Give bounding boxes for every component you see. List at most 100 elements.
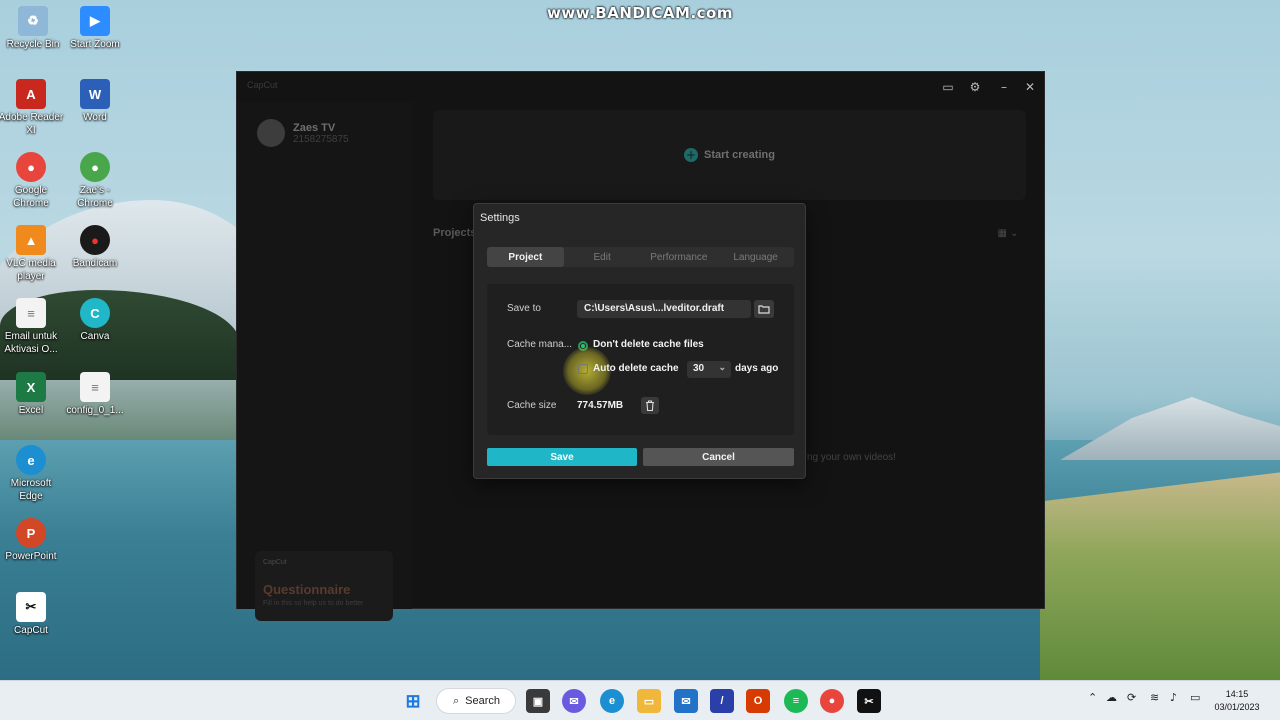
settings-dialog: Settings Project Edit Performance Langua… — [473, 203, 806, 479]
cache-days-select[interactable]: 30 ⌄ — [687, 361, 731, 378]
clear-cache-button[interactable] — [641, 397, 659, 414]
zoom-icon: ▶ — [80, 6, 110, 36]
chrome-icon: ● — [16, 152, 46, 182]
desktop-icon-canva[interactable]: C Canva — [62, 298, 128, 344]
tab-project[interactable]: Project — [487, 247, 564, 267]
clock-date: 03/01/2023 — [1214, 702, 1260, 712]
empty-projects-hint: ng your own videos! — [807, 452, 896, 463]
tab-edit[interactable]: Edit — [564, 247, 641, 267]
taskbar: ⊞ ⌕ Search ▣ ✉ e ▭ ✉ / O ≡ ● ✂ ⌃ ☁ ⟳ ≋ ♪… — [0, 680, 1280, 720]
save-button[interactable]: Save — [487, 448, 637, 466]
task-view-icon[interactable]: ▣ — [526, 689, 550, 713]
adobe-reader-icon: A — [16, 79, 46, 109]
search-icon: ⌕ — [453, 694, 460, 707]
browse-folder-button[interactable] — [754, 300, 774, 318]
wifi-icon[interactable]: ≋ — [1150, 691, 1159, 704]
volume-icon[interactable]: ♪ — [1170, 691, 1177, 704]
taskbar-clock[interactable]: 14:15 03/01/2023 — [1212, 688, 1262, 714]
spotify-icon[interactable]: ≡ — [784, 689, 808, 713]
vlc-icon: ▲ — [16, 225, 46, 255]
bandicam-watermark: www.BANDICAM.com — [546, 4, 733, 22]
desktop-icon-label: config_0_1... — [66, 405, 124, 416]
desktop-icon-vlc[interactable]: ▲ VLC media player — [0, 225, 64, 283]
office-icon[interactable]: O — [746, 689, 770, 713]
desktop-icon-config[interactable]: ≡ config_0_1... — [62, 372, 128, 418]
chat-icon[interactable]: ✉ — [562, 689, 586, 713]
desktop-icon-bandicam[interactable]: ● Bandicam — [62, 225, 128, 271]
sync-icon[interactable]: ⟳ — [1127, 691, 1136, 704]
desktop-icon-label: Google Chrome — [13, 185, 49, 209]
auto-delete-cache-label[interactable]: Auto delete cache — [593, 363, 679, 374]
taskbar-search[interactable]: ⌕ Search — [436, 688, 516, 714]
desktop-icon-start-zoom[interactable]: ▶ Start Zoom — [62, 6, 128, 52]
desktop-icon-label: Zae's - Chrome — [77, 185, 113, 209]
cancel-button[interactable]: Cancel — [643, 448, 794, 466]
cache-size-value: 774.57MB — [577, 400, 624, 411]
questionnaire-subtitle: Fill in this so help us to do better — [263, 600, 364, 607]
cloud-icon[interactable]: ☁ — [1106, 691, 1117, 704]
edge-icon: e — [16, 445, 46, 475]
desktop-icon-label: Word — [83, 112, 107, 123]
cache-size-label: Cache size — [507, 400, 557, 411]
canva-icon: C — [80, 298, 110, 328]
feedback-icon[interactable]: ▭ — [937, 78, 959, 96]
desktop-icon-powerpoint[interactable]: P PowerPoint — [0, 518, 64, 564]
desktop-icon-excel[interactable]: X Excel — [0, 372, 64, 418]
dont-delete-cache-label[interactable]: Don't delete cache files — [593, 339, 704, 350]
chevron-down-icon: ⌄ — [718, 362, 726, 372]
desktop-icon-adobe-reader[interactable]: A Adobe Reader XI — [0, 79, 64, 137]
file-icon: ≡ — [80, 372, 110, 402]
windows-start-icon[interactable]: ⊞ — [401, 689, 425, 713]
start-creating-button[interactable]: + Start creating — [433, 110, 1026, 200]
minimize-icon[interactable]: – — [993, 78, 1015, 96]
gear-icon[interactable]: ⚙ — [964, 78, 986, 96]
tab-performance[interactable]: Performance — [641, 247, 718, 267]
wallpaper-grass — [1040, 470, 1280, 680]
app-sidebar: Zaes TV 2158275875 CapCut Questionnaire … — [237, 102, 412, 621]
capcut-icon: ✂ — [16, 592, 46, 622]
desktop-icon-label: Recycle Bin — [6, 39, 60, 50]
questionnaire-title: Questionnaire — [263, 582, 351, 597]
profile[interactable]: Zaes TV 2158275875 — [257, 116, 391, 150]
app-logo: CapCut — [247, 80, 278, 90]
tab-language[interactable]: Language — [717, 247, 794, 267]
edge-taskbar-icon[interactable]: e — [600, 689, 624, 713]
start-creating-label: Start creating — [704, 149, 775, 161]
desktop-icon-capcut[interactable]: ✂ CapCut — [0, 592, 64, 638]
desktop-icon-recycle-bin[interactable]: ♻ Recycle Bin — [0, 6, 66, 52]
desktop-icon-label: Canva — [80, 331, 110, 342]
save-path-field[interactable]: C:\Users\Asus\...lveditor.draft — [577, 300, 751, 318]
plus-icon: + — [684, 148, 699, 162]
desktop-icon-label: Excel — [18, 405, 44, 416]
chrome-taskbar-icon[interactable]: ● — [820, 689, 844, 713]
avatar — [257, 119, 285, 147]
battery-icon[interactable]: ▭ — [1190, 691, 1200, 704]
auto-delete-cache-checkbox[interactable] — [578, 364, 588, 374]
recycle-bin-icon: ♻ — [18, 6, 48, 36]
grid-view-icon[interactable]: ▦ ⌄ — [993, 224, 1023, 242]
questionnaire-brand: CapCut — [263, 559, 287, 566]
desktop-icon-label: Bandicam — [72, 258, 118, 269]
powerpoint-icon: P — [16, 518, 46, 548]
capcut-taskbar-icon[interactable]: ✂ — [857, 689, 881, 713]
profile-name: Zaes TV — [293, 121, 336, 134]
excel-icon: X — [16, 372, 46, 402]
clock-time: 14:15 — [1225, 689, 1249, 699]
chevron-up-icon[interactable]: ⌃ — [1088, 691, 1097, 704]
desktop-icon-word[interactable]: W Word — [62, 79, 128, 125]
search-label: Search — [465, 695, 501, 707]
desktop-icon-zaes-chrome[interactable]: ● Zae's - Chrome — [62, 152, 128, 210]
desktop-icon-edge[interactable]: e Microsoft Edge — [0, 445, 64, 503]
desktop-icon-label: PowerPoint — [5, 551, 57, 562]
cache-days-value: 30 — [693, 363, 705, 374]
questionnaire-card[interactable]: CapCut Questionnaire Fill in this so hel… — [255, 551, 393, 621]
editor-app-icon[interactable]: / — [710, 689, 734, 713]
file-explorer-icon[interactable]: ▭ — [637, 689, 661, 713]
cache-management-label: Cache mana... — [507, 339, 573, 350]
mail-icon[interactable]: ✉ — [674, 689, 698, 713]
close-icon[interactable]: ✕ — [1019, 78, 1041, 96]
app-titlebar: CapCut ▭ ⚙ – ✕ — [237, 72, 1044, 102]
desktop-icon-email-doc[interactable]: ≡ Email untuk Aktivasi O... — [0, 298, 64, 356]
desktop-icon-label: Microsoft Edge — [10, 478, 52, 502]
desktop-icon-google-chrome[interactable]: ● Google Chrome — [0, 152, 64, 210]
